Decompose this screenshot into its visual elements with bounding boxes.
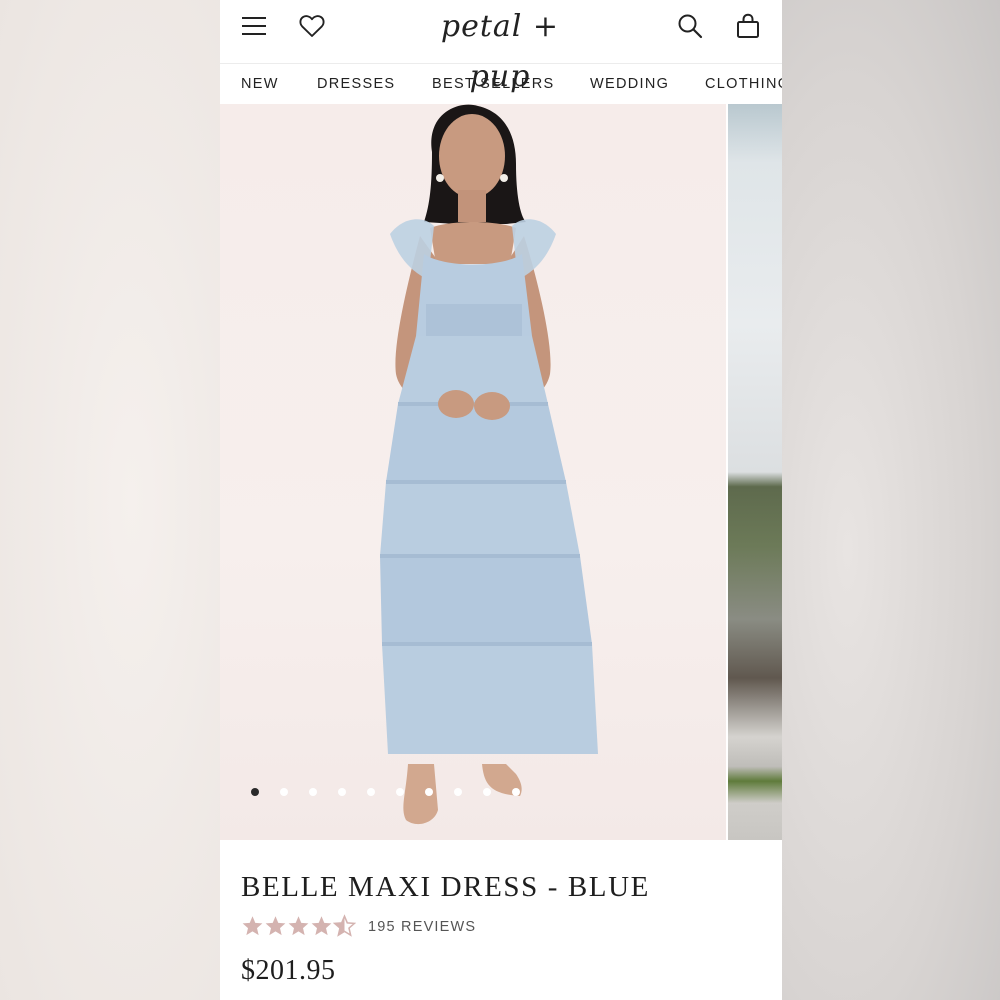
next-product-image[interactable] [728,104,782,840]
wishlist-button[interactable] [298,12,326,40]
star-icon [311,916,332,936]
nav-new[interactable]: NEW [241,76,279,92]
gallery-dot[interactable] [309,788,317,796]
backdrop-left [0,0,220,1000]
nav-best-sellers[interactable]: BEST SELLERS [432,76,555,92]
gallery-dot[interactable] [483,788,491,796]
nav-dresses[interactable]: DRESSES [317,76,395,92]
bag-button[interactable] [734,12,762,40]
gallery-dot[interactable] [396,788,404,796]
category-nav: NEW DRESSES BEST SELLERS WEDDING CLOTHIN… [220,63,782,103]
gallery-dot[interactable] [512,788,520,796]
star-half-icon [333,914,356,937]
menu-icon [242,17,266,35]
star-icon [288,916,309,936]
gallery-dot[interactable] [367,788,375,796]
product-title: BELLE MAXI DRESS - BLUE [241,871,650,903]
search-icon [678,14,703,39]
brand-logo[interactable]: petal + pup [410,2,590,94]
product-image[interactable] [220,104,726,840]
search-button[interactable] [676,12,704,40]
backdrop-right [782,0,1000,1000]
gallery-dot[interactable] [338,788,346,796]
product-page: petal + pup NEW DRESSES BEST SELLERS WED… [220,0,782,1000]
star-icon [242,916,263,936]
nav-clothing[interactable]: CLOTHING [705,76,782,92]
menu-button[interactable] [240,12,268,40]
reviews-link[interactable]: 195 REVIEWS [368,919,476,935]
model-photo [380,104,598,825]
product-price: $201.95 [241,955,336,986]
star-icon [265,916,286,936]
heart-icon [299,15,325,37]
bag-icon [737,13,759,38]
site-header: petal + pup [220,0,782,94]
nav-wedding[interactable]: WEDDING [590,76,669,92]
gallery-dot[interactable] [425,788,433,796]
gallery-dots [220,788,726,802]
star-rating[interactable] [241,914,356,940]
gallery-dot[interactable] [251,788,259,796]
gallery-dot[interactable] [280,788,288,796]
gallery-dot[interactable] [454,788,462,796]
